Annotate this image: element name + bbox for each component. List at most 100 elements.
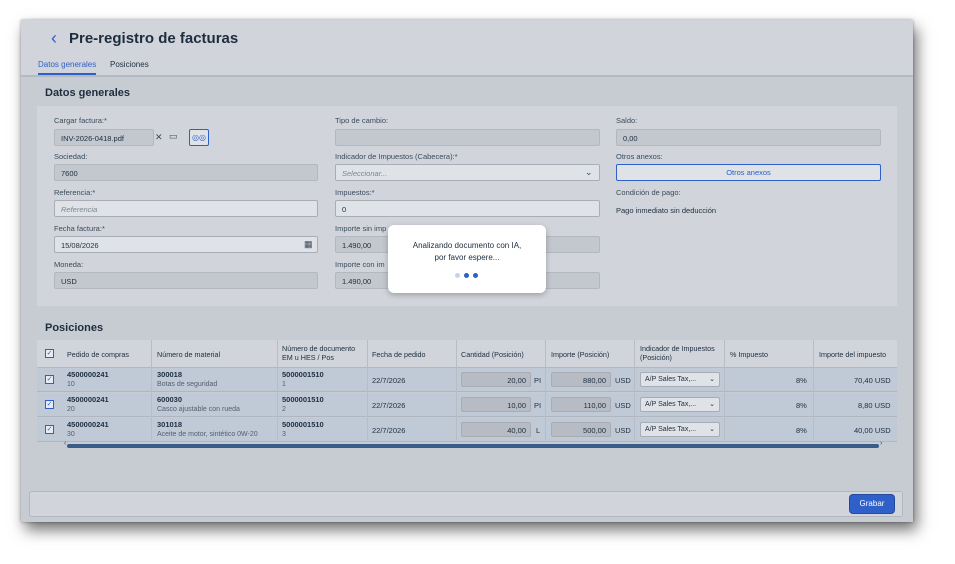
chevron-left-icon[interactable]: ‹ [51, 28, 57, 49]
importe-con-label: Importe con im [335, 260, 385, 269]
column-header[interactable]: Pedido de compras [67, 350, 129, 359]
material-cell: 301018 [157, 420, 183, 429]
impuestos-value: 0 [342, 205, 347, 214]
table-row[interactable]: ✓ 4500000241 30 301018 Aceite de motor, … [37, 418, 897, 442]
pedido-pos-cell: 10 [67, 381, 75, 388]
column-divider [724, 340, 725, 440]
clear-icon[interactable]: ✕ [155, 132, 163, 143]
pedido-pos-cell: 20 [67, 406, 75, 413]
sociedad-label: Sociedad: [54, 152, 88, 161]
column-divider [151, 340, 152, 440]
material-desc-cell: Aceite de motor, sintético 0W-20 [157, 431, 258, 438]
table-header: ✓ Pedido de compras Número de material N… [37, 340, 897, 368]
indicador-row-select[interactable]: A/P Sales Tax,... ⌄ [640, 397, 720, 412]
importe-field: 500,00 [551, 422, 611, 437]
column-header[interactable]: Indicador de Impuestos (Posición) [640, 344, 725, 362]
condicion-label: Condición de pago: [616, 188, 681, 197]
material-desc-cell: Casco ajustable con rueda [157, 406, 240, 413]
indicador-row-value: A/P Sales Tax,... [645, 376, 697, 383]
material-desc-cell: Botas de seguridad [157, 381, 218, 388]
tab-datos-generales[interactable]: Datos generales [38, 60, 97, 75]
referencia-input[interactable]: Referencia [54, 200, 318, 217]
fecha-input[interactable]: 15/08/2026 [54, 236, 318, 253]
fecha-label: Fecha factura:* [54, 224, 105, 233]
column-header[interactable]: Fecha de pedido [372, 350, 426, 359]
row-checkbox[interactable]: ✓ [45, 400, 54, 409]
column-header[interactable]: Número de documento EM u HES / Pos [282, 344, 362, 362]
cantidad-field: 20,00 [461, 372, 531, 387]
scroll-right-icon[interactable]: › [880, 440, 882, 447]
fecha-value: 15/08/2026 [61, 241, 99, 250]
documento-pos-cell: 1 [282, 381, 286, 388]
moneda-label: Moneda: [54, 260, 84, 269]
row-checkbox[interactable]: ✓ [45, 425, 54, 434]
documento-pos-cell: 2 [282, 406, 286, 413]
loading-dialog: Analizando documento con IA, por favor e… [388, 225, 546, 293]
indicador-select[interactable]: Seleccionar... [335, 164, 600, 181]
unidad-cell: L [536, 426, 541, 435]
otros-anexos-button[interactable]: Otros anexos [616, 164, 881, 181]
documento-pos-cell: 3 [282, 431, 286, 438]
impuestos-input[interactable]: 0 [335, 200, 600, 217]
documento-cell: 5000001510 [282, 420, 324, 429]
importe-field: 880,00 [551, 372, 611, 387]
loading-dot [464, 273, 469, 278]
loading-message-line2: por favor espere... [434, 253, 500, 262]
pedido-cell: 4500000241 [67, 370, 109, 379]
column-divider [277, 340, 278, 440]
column-divider [634, 340, 635, 440]
indicador-row-value: A/P Sales Tax,... [645, 401, 697, 408]
condicion-value: Pago inmediato sin deducción [616, 206, 717, 215]
column-header[interactable]: Número de material [157, 350, 220, 359]
calendar-icon[interactable]: ▦ [304, 239, 313, 250]
column-header[interactable]: Cantidad (Posición) [461, 350, 524, 359]
material-cell: 300018 [157, 370, 183, 379]
moneda-cell: USD [615, 426, 631, 435]
tipo-cambio-label: Tipo de cambio: [335, 116, 389, 125]
column-header[interactable]: Importe del impuesto [819, 350, 886, 359]
fecha-cell: 22/7/2026 [372, 401, 406, 410]
otros-anexos-label: Otros anexos: [616, 152, 663, 161]
sociedad-field: 7600 [54, 164, 318, 181]
table-row[interactable]: ✓ 4500000241 20 600030 Casco ajustable c… [37, 393, 897, 417]
file-name: INV-2026-0418.pdf [61, 134, 124, 143]
column-divider [545, 340, 546, 440]
row-checkbox[interactable]: ✓ [45, 375, 54, 384]
referencia-label: Referencia:* [54, 188, 96, 197]
table-row[interactable]: ✓ 4500000241 10 300018 Botas de segurida… [37, 368, 897, 392]
porcentaje-cell: 8% [796, 376, 807, 385]
cantidad-field: 40,00 [461, 422, 531, 437]
pedido-cell: 4500000241 [67, 395, 109, 404]
pedido-pos-cell: 30 [67, 431, 75, 438]
referencia-placeholder: Referencia [61, 205, 98, 214]
porcentaje-cell: 8% [796, 401, 807, 410]
sociedad-value: 7600 [61, 169, 78, 178]
moneda-cell: USD [615, 376, 631, 385]
indicador-row-select[interactable]: A/P Sales Tax,... ⌄ [640, 372, 720, 387]
select-all-checkbox[interactable]: ✓ [45, 349, 54, 358]
page-header: ‹ Pre-registro de facturas Datos general… [21, 20, 913, 76]
horizontal-scrollbar[interactable] [67, 444, 879, 448]
documento-cell: 5000001510 [282, 395, 324, 404]
importe-impuesto-cell: 8,80 USD [858, 401, 891, 410]
cargar-factura-field: INV-2026-0418.pdf [54, 129, 154, 146]
page-title: Pre-registro de facturas [69, 30, 239, 47]
header-divider [21, 75, 913, 77]
scroll-left-icon[interactable]: ‹ [64, 440, 66, 447]
save-button[interactable]: Grabar [850, 495, 894, 513]
column-header[interactable]: Importe (Posición) [551, 350, 609, 359]
chevron-down-icon: ⌄ [709, 401, 715, 408]
tab-posiciones[interactable]: Posiciones [110, 60, 149, 69]
chevron-down-icon[interactable]: ⌄ [585, 167, 593, 178]
importe-con-value: 1.490,00 [342, 277, 372, 286]
fecha-cell: 22/7/2026 [372, 376, 406, 385]
importe-sin-label: Importe sin imp [335, 224, 387, 233]
importe-impuesto-cell: 70,40 USD [854, 376, 891, 385]
saldo-field: 0,00 [616, 129, 881, 146]
column-header[interactable]: % Impuesto [730, 350, 768, 359]
loading-message-line1: Analizando documento con IA, [412, 241, 522, 250]
folder-icon[interactable]: ▭ [169, 131, 178, 142]
glasses-icon[interactable]: ◎◎ [189, 129, 209, 146]
chevron-down-icon: ⌄ [709, 376, 715, 383]
indicador-row-select[interactable]: A/P Sales Tax,... ⌄ [640, 422, 720, 437]
